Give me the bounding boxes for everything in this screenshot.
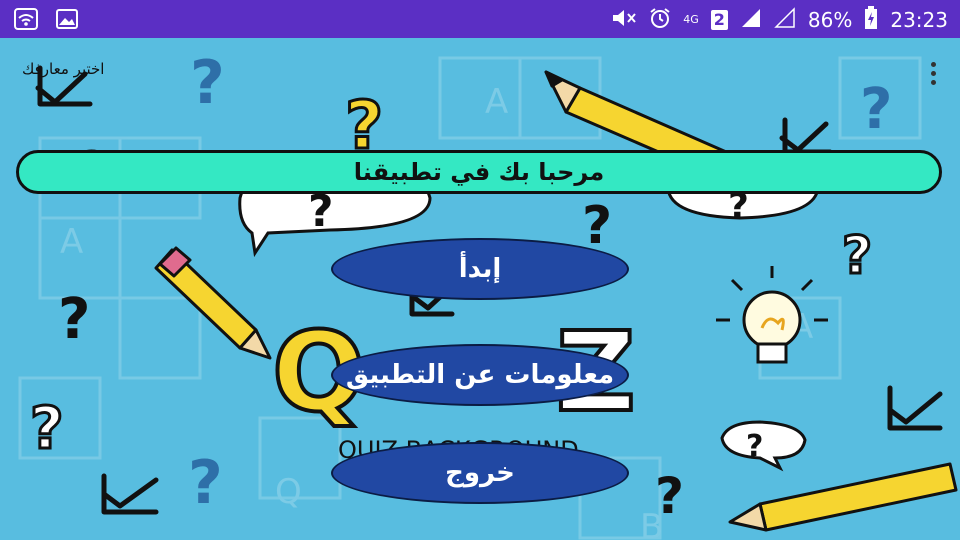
overflow-menu-icon[interactable] bbox=[928, 62, 938, 88]
app-screen: A A Q B A ? ? ? ? ? ? ? ? ? ? ? ? ? bbox=[0, 38, 960, 540]
network-type-label: 4G bbox=[683, 13, 699, 26]
welcome-text: مرحبا بك في تطبيقنا bbox=[353, 158, 605, 186]
start-button-label: إبدأ bbox=[458, 254, 502, 284]
wifi-icon bbox=[14, 8, 38, 34]
welcome-banner: مرحبا بك في تطبيقنا bbox=[16, 150, 942, 194]
bg-letter-q: Q bbox=[275, 472, 302, 512]
battery-charging-icon bbox=[864, 6, 878, 34]
about-app-button[interactable]: معلومات عن التطبيق bbox=[331, 344, 629, 406]
signal-icon bbox=[740, 7, 762, 33]
bg-letter-a1: A bbox=[60, 222, 83, 262]
svg-text:?: ? bbox=[188, 448, 223, 518]
svg-text:?: ? bbox=[655, 467, 684, 525]
clock: 23:23 bbox=[890, 8, 948, 32]
app-title: اختبر معارفك bbox=[22, 60, 105, 78]
battery-percent: 86% bbox=[807, 8, 853, 32]
bg-letter-a2: A bbox=[485, 82, 508, 122]
about-app-button-label: معلومات عن التطبيق bbox=[345, 360, 615, 390]
svg-text:?: ? bbox=[58, 287, 90, 352]
start-button[interactable]: إبدأ bbox=[331, 238, 629, 300]
mute-icon bbox=[611, 7, 637, 33]
status-bar: 4G 2 86% 23:23 bbox=[0, 0, 960, 38]
exit-button[interactable]: خروج bbox=[331, 442, 629, 504]
svg-text:?: ? bbox=[746, 429, 763, 464]
svg-text:?: ? bbox=[860, 77, 892, 142]
exit-button-label: خروج bbox=[445, 458, 515, 488]
signal-empty-icon bbox=[774, 7, 796, 33]
gallery-icon bbox=[56, 9, 78, 33]
svg-text:?: ? bbox=[842, 226, 872, 286]
alarm-icon bbox=[649, 7, 671, 33]
sim-slot-badge: 2 bbox=[710, 10, 728, 30]
svg-text:?: ? bbox=[30, 394, 64, 462]
svg-text:?: ? bbox=[190, 48, 225, 118]
